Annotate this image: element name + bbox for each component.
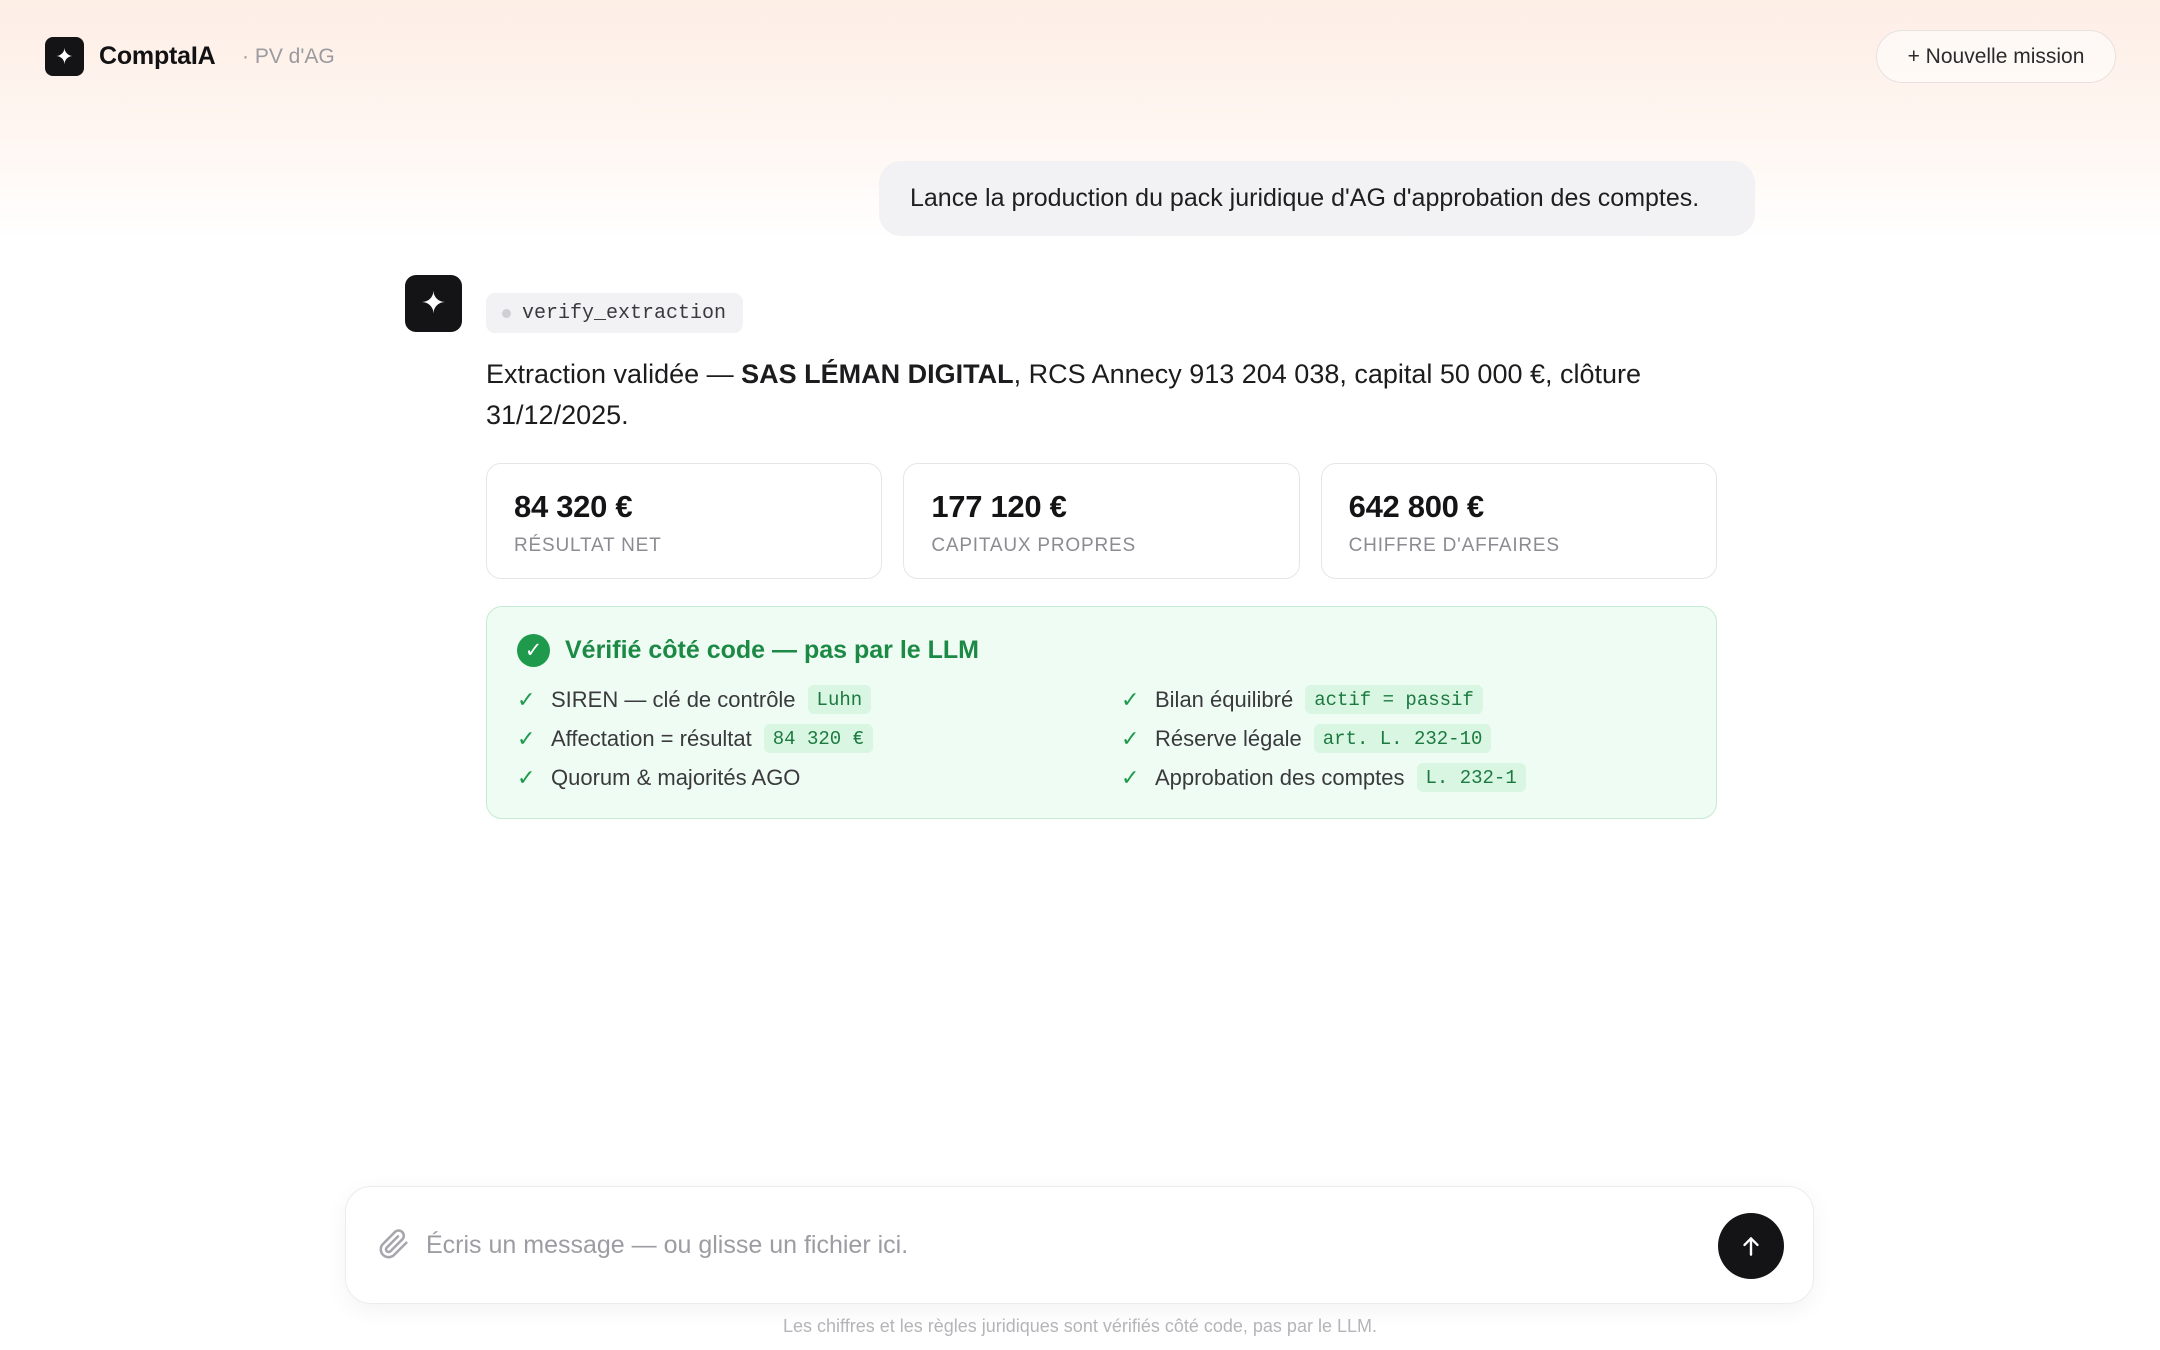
assistant-sparkle-icon: ✦ <box>405 275 462 332</box>
check-icon: ✓ <box>517 686 536 712</box>
check-item: ✓ Approbation des comptes L. 232-1 <box>1121 763 1526 792</box>
check-item: ✓ Affectation = résultat 84 320 € <box>517 724 873 753</box>
check-item: ✓ Réserve légale art. L. 232-10 <box>1121 724 1526 753</box>
tool-call-chip[interactable]: verify_extraction <box>486 293 744 333</box>
metric-card-revenue: 642 800 € Chiffre d'affaires <box>1320 463 1717 579</box>
metric-card-equity: 177 120 € Capitaux propres <box>903 463 1300 579</box>
check-item: ✓ Bilan équilibré actif = passif <box>1121 685 1526 714</box>
check-label: Réserve légale <box>1155 725 1302 751</box>
check-icon: ✓ <box>1121 686 1140 712</box>
check-label: SIREN — clé de contrôle <box>551 686 796 712</box>
brand-name: ComptaIA <box>99 42 216 70</box>
company-name: SAS LÉMAN DIGITAL <box>741 359 1014 389</box>
metric-label: Chiffre d'affaires <box>1348 535 1560 556</box>
metric-value: 84 320 € <box>514 489 633 524</box>
paperclip-icon[interactable] <box>375 1225 411 1265</box>
check-tag: actif = passif <box>1305 685 1483 714</box>
check-icon: ✓ <box>1121 725 1140 751</box>
check-label: Bilan équilibré <box>1155 686 1294 712</box>
check-label: Quorum & majorités AGO <box>551 764 801 790</box>
assistant-text-prefix: Extraction validée — <box>486 359 742 389</box>
metric-card-net-result: 84 320 € Résultat net <box>486 463 883 579</box>
verification-header: ✓ Vérifié côté code — pas par le LLM <box>517 634 979 667</box>
metric-value: 642 800 € <box>1348 489 1485 524</box>
sparkle-icon: ✦ <box>45 37 84 76</box>
user-message-text: Lance la production du pack juridique d'… <box>910 184 1700 212</box>
check-item: ✓ Quorum & majorités AGO <box>517 763 873 792</box>
check-icon: ✓ <box>517 764 536 790</box>
check-tag: art. L. 232-10 <box>1313 724 1492 753</box>
app-header: ✦ ComptaIA · PV d'AG + Nouvelle mission <box>0 0 2160 114</box>
check-tag: Luhn <box>807 685 872 714</box>
check-circle-icon: ✓ <box>517 634 550 667</box>
check-icon: ✓ <box>1121 764 1140 790</box>
metric-label: Résultat net <box>514 535 662 556</box>
brand-subtitle: · PV d'AG <box>242 45 335 68</box>
arrow-up-icon <box>1743 1237 1759 1256</box>
check-item: ✓ SIREN — clé de contrôle Luhn <box>517 685 873 714</box>
check-tag: L. 232-1 <box>1416 763 1526 792</box>
metrics-row: 84 320 € Résultat net 177 120 € Capitaux… <box>486 463 1717 579</box>
verification-panel: ✓ Vérifié côté code — pas par le LLM ✓ S… <box>486 606 1717 819</box>
new-mission-button[interactable]: + Nouvelle mission <box>1876 30 2116 83</box>
check-icon: ✓ <box>517 725 536 751</box>
check-label: Approbation des comptes <box>1155 764 1405 790</box>
checks-left-column: ✓ SIREN — clé de contrôle Luhn ✓ Affecta… <box>517 685 873 802</box>
verification-title: Vérifié côté code — pas par le LLM <box>565 636 980 664</box>
tool-name: verify_extraction <box>522 301 727 325</box>
message-input[interactable] <box>426 1213 1626 1277</box>
tool-status-dot <box>502 308 511 318</box>
footer-disclaimer: Les chiffres et les règles juridiques so… <box>783 1316 1377 1336</box>
assistant-message-text: Extraction validée — SAS LÉMAN DIGITAL, … <box>486 354 1746 436</box>
message-composer <box>345 1186 1814 1304</box>
send-button[interactable] <box>1718 1213 1784 1279</box>
check-tag: 84 320 € <box>763 724 873 753</box>
user-message: Lance la production du pack juridique d'… <box>879 161 1755 236</box>
metric-value: 177 120 € <box>931 489 1067 524</box>
check-label: Affectation = résultat <box>551 725 752 751</box>
checks-right-column: ✓ Bilan équilibré actif = passif ✓ Réser… <box>1121 685 1526 802</box>
metric-label: Capitaux propres <box>931 535 1136 556</box>
